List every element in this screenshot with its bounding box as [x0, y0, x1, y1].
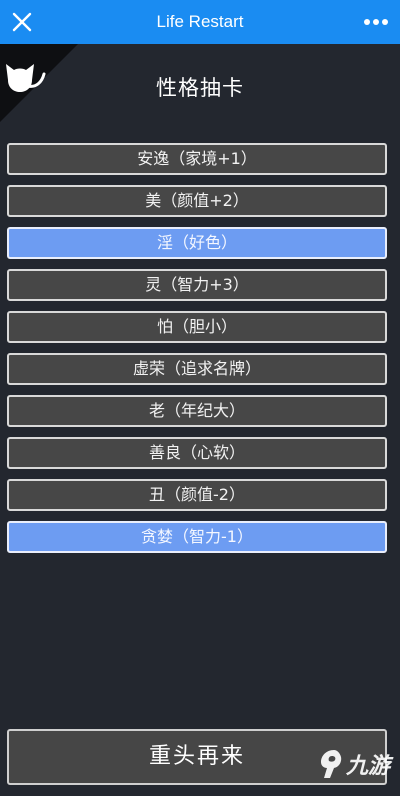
app-page: Life Restart 性格抽卡 安逸（家境+1） 美（颜值+2） 淫（好色）… — [0, 0, 400, 796]
trait-card[interactable]: 灵（智力+3） — [7, 269, 387, 301]
close-icon — [12, 12, 32, 32]
logo-icon — [320, 750, 342, 778]
trait-card[interactable]: 美（颜值+2） — [7, 185, 387, 217]
more-options-button[interactable] — [356, 4, 396, 40]
trait-card[interactable]: 怕（胆小） — [7, 311, 387, 343]
top-app-bar: Life Restart — [0, 0, 400, 44]
trait-card[interactable]: 善良（心软） — [7, 437, 387, 469]
trait-card-selected[interactable]: 淫（好色） — [7, 227, 387, 259]
page-title: 性格抽卡 — [156, 76, 244, 100]
close-button[interactable] — [4, 4, 40, 40]
trait-card-selected[interactable]: 贪婪（智力-1） — [7, 521, 387, 553]
watermark-logo: 九游 — [318, 748, 390, 780]
trait-card[interactable]: 老（年纪大） — [7, 395, 387, 427]
trait-card[interactable]: 虚荣（追求名牌） — [7, 353, 387, 385]
trait-card[interactable]: 丑（颜值-2） — [7, 479, 387, 511]
app-title: Life Restart — [156, 12, 244, 31]
trait-card[interactable]: 安逸（家境+1） — [7, 143, 387, 175]
watermark-text: 九游 — [345, 754, 390, 779]
more-dots-icon — [364, 19, 388, 25]
trait-list: 安逸（家境+1） 美（颜值+2） 淫（好色） 灵（智力+3） 怕（胆小） 虚荣（… — [7, 143, 389, 563]
